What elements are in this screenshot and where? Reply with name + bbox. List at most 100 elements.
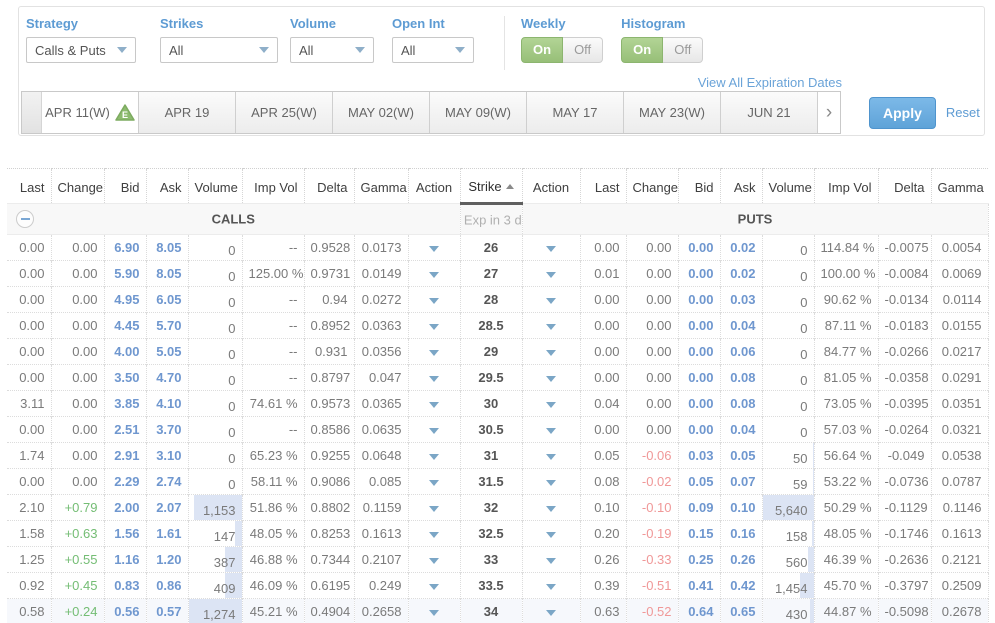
expiration-tab[interactable]: MAY 17 [527,92,624,133]
call-ask[interactable]: 5.05 [146,339,188,365]
call-bid[interactable]: 2.00 [104,495,146,521]
put-ask[interactable]: 0.05 [720,443,762,469]
call-bid[interactable]: 5.90 [104,261,146,287]
put-action-dropdown[interactable] [522,521,580,547]
put-ask[interactable]: 0.08 [720,391,762,417]
call-header-bid[interactable]: Bid [104,169,146,204]
put-ask[interactable]: 0.08 [720,365,762,391]
call-action-dropdown[interactable] [408,469,460,495]
histogram-on-button[interactable]: On [621,37,663,63]
reset-link[interactable]: Reset [946,105,980,120]
call-action-dropdown[interactable] [408,287,460,313]
put-action-dropdown[interactable] [522,235,580,261]
open-int-dropdown[interactable]: All [392,37,474,63]
collapse-group-button[interactable] [16,210,34,228]
call-bid[interactable]: 1.56 [104,521,146,547]
call-ask[interactable]: 1.61 [146,521,188,547]
put-header-action[interactable]: Action [522,169,580,204]
put-header-delta[interactable]: Delta [878,169,931,204]
put-bid[interactable]: 0.00 [678,261,720,287]
put-bid[interactable]: 0.15 [678,521,720,547]
put-action-dropdown[interactable] [522,391,580,417]
call-action-dropdown[interactable] [408,521,460,547]
call-ask[interactable]: 8.05 [146,235,188,261]
call-action-dropdown[interactable] [408,235,460,261]
put-ask[interactable]: 0.06 [720,339,762,365]
call-bid[interactable]: 2.51 [104,417,146,443]
put-bid[interactable]: 0.41 [678,573,720,599]
call-action-dropdown[interactable] [408,599,460,623]
put-action-dropdown[interactable] [522,313,580,339]
expiration-tab[interactable]: APR 25(W) [236,92,333,133]
weekly-off-button[interactable]: Off [563,37,603,63]
call-ask[interactable]: 2.74 [146,469,188,495]
put-ask[interactable]: 0.02 [720,261,762,287]
call-action-dropdown[interactable] [408,391,460,417]
put-bid[interactable]: 0.00 [678,417,720,443]
put-bid[interactable]: 0.00 [678,391,720,417]
call-action-dropdown[interactable] [408,339,460,365]
strike-header-sorted[interactable]: Strike [460,169,522,204]
call-bid[interactable]: 4.00 [104,339,146,365]
call-bid[interactable]: 3.85 [104,391,146,417]
call-ask[interactable]: 0.57 [146,599,188,623]
call-action-dropdown[interactable] [408,573,460,599]
call-header-delta[interactable]: Delta [304,169,354,204]
call-bid[interactable]: 2.91 [104,443,146,469]
put-ask[interactable]: 0.04 [720,417,762,443]
call-action-dropdown[interactable] [408,313,460,339]
call-bid[interactable]: 6.90 [104,235,146,261]
expiration-tab[interactable]: MAY 02(W) [333,92,430,133]
put-ask[interactable]: 0.10 [720,495,762,521]
put-bid[interactable]: 0.03 [678,443,720,469]
call-bid[interactable]: 0.83 [104,573,146,599]
call-bid[interactable]: 2.29 [104,469,146,495]
call-header-change[interactable]: Change [51,169,104,204]
put-action-dropdown[interactable] [522,547,580,573]
put-ask[interactable]: 0.42 [720,573,762,599]
put-header-imp-vol[interactable]: Imp Vol [814,169,878,204]
put-action-dropdown[interactable] [522,365,580,391]
put-bid[interactable]: 0.00 [678,235,720,261]
put-ask[interactable]: 0.65 [720,599,762,623]
call-header-imp-vol[interactable]: Imp Vol [242,169,304,204]
expiration-tab[interactable]: MAY 09(W) [430,92,527,133]
call-header-volume[interactable]: Volume [188,169,242,204]
call-action-dropdown[interactable] [408,495,460,521]
put-ask[interactable]: 0.02 [720,235,762,261]
call-bid[interactable]: 1.16 [104,547,146,573]
histogram-off-button[interactable]: Off [663,37,703,63]
call-header-gamma[interactable]: Gamma [354,169,408,204]
put-bid[interactable]: 0.09 [678,495,720,521]
put-action-dropdown[interactable] [522,573,580,599]
put-action-dropdown[interactable] [522,339,580,365]
put-bid[interactable]: 0.25 [678,547,720,573]
put-action-dropdown[interactable] [522,287,580,313]
view-all-link-text[interactable]: View All Expiration Dates [698,75,842,90]
put-action-dropdown[interactable] [522,417,580,443]
tab-scroll-right-chevron-icon[interactable]: › [818,92,840,133]
call-action-dropdown[interactable] [408,417,460,443]
call-header-last[interactable]: Last [7,169,51,204]
put-ask[interactable]: 0.04 [720,313,762,339]
put-header-change[interactable]: Change [626,169,678,204]
put-action-dropdown[interactable] [522,261,580,287]
weekly-on-button[interactable]: On [521,37,563,63]
call-ask[interactable]: 6.05 [146,287,188,313]
call-bid[interactable]: 4.45 [104,313,146,339]
put-header-last[interactable]: Last [580,169,626,204]
call-header-ask[interactable]: Ask [146,169,188,204]
put-bid[interactable]: 0.05 [678,469,720,495]
put-ask[interactable]: 0.16 [720,521,762,547]
call-action-dropdown[interactable] [408,547,460,573]
put-action-dropdown[interactable] [522,443,580,469]
call-bid[interactable]: 0.56 [104,599,146,623]
call-ask[interactable]: 2.07 [146,495,188,521]
apply-button[interactable]: Apply [869,97,936,129]
call-ask[interactable]: 0.86 [146,573,188,599]
put-bid[interactable]: 0.64 [678,599,720,623]
put-bid[interactable]: 0.00 [678,365,720,391]
put-header-volume[interactable]: Volume [762,169,814,204]
call-ask[interactable]: 3.70 [146,417,188,443]
put-bid[interactable]: 0.00 [678,313,720,339]
